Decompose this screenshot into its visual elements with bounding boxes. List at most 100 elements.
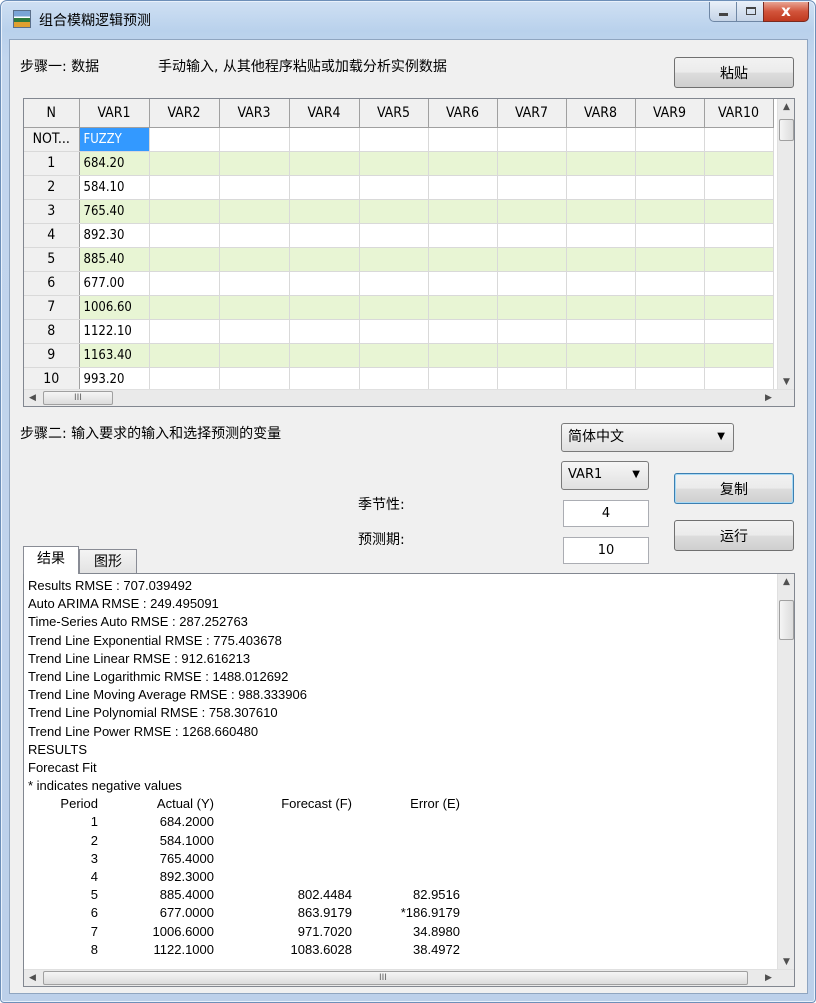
paste-button[interactable]: 粘贴 [674,57,794,88]
grid-cell[interactable] [289,175,360,200]
grid-cell[interactable] [219,343,290,368]
grid-cell[interactable] [704,343,774,368]
grid-cell[interactable]: 677.00 [79,271,150,296]
grid-cell[interactable]: 1122.10 [79,319,150,344]
grid-cell[interactable]: 584.10 [79,175,150,200]
row-header[interactable]: 6 [24,271,80,296]
grid-cell[interactable] [704,367,774,392]
row-header[interactable]: NOT... [24,127,80,152]
grid-cell[interactable] [219,319,290,344]
grid-cell[interactable] [497,343,567,368]
row-header[interactable]: 7 [24,295,80,320]
grid-cell[interactable] [219,247,290,272]
grid-cell[interactable] [635,151,705,176]
grid-cell[interactable] [289,223,360,248]
grid-cell[interactable] [635,199,705,224]
column-header[interactable]: VAR1 [79,99,150,128]
grid-cell[interactable] [497,295,567,320]
grid-cell[interactable] [428,199,498,224]
grid-cell[interactable]: FUZZY [79,127,150,152]
grid-cell[interactable] [428,151,498,176]
column-header[interactable]: VAR9 [635,99,705,128]
results-horizontal-scrollbar[interactable]: ◀ III ▶ [24,969,794,986]
grid-cell[interactable] [704,223,774,248]
grid-cell[interactable] [359,271,429,296]
grid-cell[interactable] [289,199,360,224]
grid-cell[interactable] [704,247,774,272]
grid-horizontal-scrollbar[interactable]: ◀ III ▶ [24,389,794,406]
grid-cell[interactable] [289,151,360,176]
grid-cell[interactable] [497,367,567,392]
column-header[interactable]: VAR2 [149,99,220,128]
grid-cell[interactable] [704,271,774,296]
grid-cell[interactable]: 684.20 [79,151,150,176]
grid-cell[interactable] [149,367,220,392]
results-hscroll-thumb[interactable]: III [43,971,748,985]
grid-cell[interactable] [359,223,429,248]
grid-cell[interactable] [359,343,429,368]
column-header[interactable]: VAR5 [359,99,429,128]
grid-cell[interactable] [359,367,429,392]
grid-cell[interactable] [635,319,705,344]
title-bar[interactable]: 组合模糊逻辑预测 x [1,1,815,35]
grid-cell[interactable] [497,247,567,272]
grid-cell[interactable] [428,247,498,272]
grid-cell[interactable] [289,295,360,320]
grid-cell[interactable] [359,151,429,176]
scroll-right-icon[interactable]: ▶ [760,393,777,403]
grid-cell[interactable] [289,319,360,344]
grid-cell[interactable] [566,151,636,176]
grid-hscroll-thumb[interactable]: III [43,391,113,405]
column-header[interactable]: VAR7 [497,99,567,128]
grid-cell[interactable]: 1006.60 [79,295,150,320]
grid-vertical-scrollbar[interactable]: ▲ ▼ [777,99,794,406]
row-header[interactable]: 5 [24,247,80,272]
grid-cell[interactable] [149,151,220,176]
grid-cell[interactable] [219,175,290,200]
grid-cell[interactable] [289,343,360,368]
grid-cell[interactable] [428,271,498,296]
grid-cell[interactable]: 885.40 [79,247,150,272]
data-grid[interactable]: N VAR1 VAR2 VAR3 VAR4 VAR5 VAR6 VAR7 VAR8 VAR9 VAR… [23,98,795,407]
grid-cell[interactable] [428,367,498,392]
grid-cell[interactable] [219,223,290,248]
grid-cell[interactable] [149,223,220,248]
copy-button[interactable]: 复制 [674,473,794,504]
variable-select[interactable]: VAR1 ▼ [561,461,649,490]
results-vertical-scrollbar[interactable]: ▲ ▼ [777,574,794,986]
grid-cell[interactable] [359,175,429,200]
grid-cell[interactable] [497,175,567,200]
grid-cell[interactable] [704,319,774,344]
forecast-period-input[interactable]: 10 [563,537,649,564]
grid-cell[interactable] [635,367,705,392]
grid-cell[interactable] [635,175,705,200]
grid-cell[interactable] [497,199,567,224]
grid-cell[interactable] [219,271,290,296]
grid-cell[interactable] [566,367,636,392]
grid-cell[interactable] [497,151,567,176]
grid-cell[interactable] [704,175,774,200]
grid-cell[interactable] [497,271,567,296]
grid-cell[interactable] [635,127,705,152]
row-header[interactable]: 8 [24,319,80,344]
grid-cell[interactable] [289,247,360,272]
grid-vscroll-thumb[interactable] [779,119,794,141]
grid-cell[interactable] [497,319,567,344]
grid-cell[interactable] [428,175,498,200]
grid-cell[interactable] [149,295,220,320]
row-header[interactable]: 10 [24,367,80,392]
column-header[interactable]: N [24,99,80,128]
grid-cell[interactable] [635,271,705,296]
grid-cell[interactable] [359,319,429,344]
grid-cell[interactable] [428,127,498,152]
scroll-left-icon[interactable]: ◀ [24,973,41,983]
grid-cell[interactable] [219,295,290,320]
minimize-button[interactable] [709,2,737,22]
grid-cell[interactable] [149,343,220,368]
column-header[interactable]: VAR4 [289,99,360,128]
grid-cell[interactable] [566,127,636,152]
grid-cell[interactable] [149,271,220,296]
grid-cell[interactable] [219,367,290,392]
grid-cell[interactable] [359,127,429,152]
grid-cell[interactable] [149,247,220,272]
